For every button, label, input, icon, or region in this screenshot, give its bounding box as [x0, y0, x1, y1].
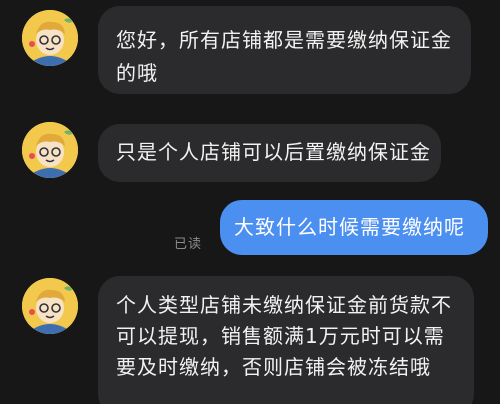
- message-text: 大致什么时候需要缴纳呢: [234, 215, 465, 239]
- message-bubble-incoming[interactable]: 您好，所有店铺都是需要缴纳保证金的哦: [98, 6, 471, 94]
- cartoon-avatar-icon: [22, 10, 78, 66]
- message-text: 只是个人店铺可以后置缴纳保证金: [116, 140, 431, 164]
- agent-avatar[interactable]: [22, 278, 78, 334]
- message-bubble-incoming[interactable]: 只是个人店铺可以后置缴纳保证金: [98, 124, 441, 182]
- agent-avatar[interactable]: [22, 10, 78, 66]
- cartoon-avatar-icon: [22, 122, 78, 178]
- chat-conversation: 您好，所有店铺都是需要缴纳保证金的哦 只是个人店铺可以后置缴纳保证金 已读 大致…: [0, 0, 500, 404]
- cartoon-avatar-icon: [22, 278, 78, 334]
- message-text: 个人类型店铺未缴纳保证金前货款不可以提现，销售额满1万元时可以需要及时缴纳，否则…: [116, 293, 452, 379]
- message-bubble-outgoing[interactable]: 大致什么时候需要缴纳呢: [220, 200, 488, 255]
- agent-avatar[interactable]: [22, 122, 78, 178]
- message-bubble-incoming[interactable]: 个人类型店铺未缴纳保证金前货款不可以提现，销售额满1万元时可以需要及时缴纳，否则…: [98, 276, 474, 404]
- read-status: 已读: [174, 237, 203, 252]
- message-text: 您好，所有店铺都是需要缴纳保证金的哦: [116, 28, 452, 85]
